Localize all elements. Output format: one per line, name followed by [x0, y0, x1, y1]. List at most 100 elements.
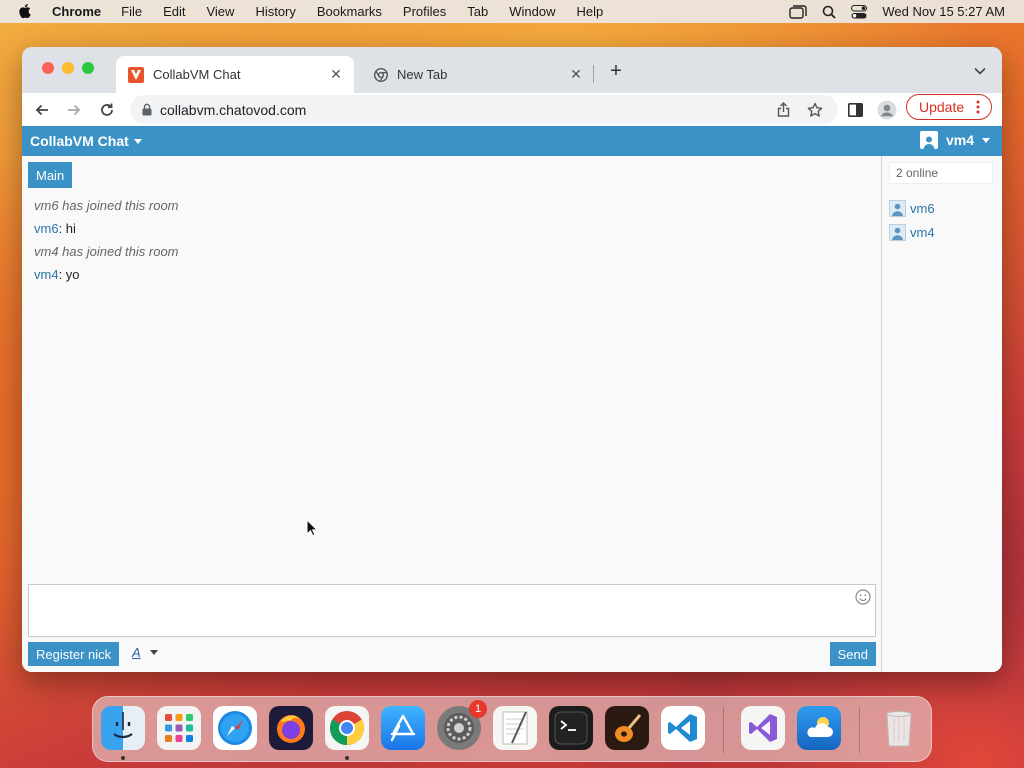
url-text[interactable]: collabvm.chatovod.com: [160, 102, 774, 118]
forward-arrow-icon: [68, 104, 81, 116]
current-user-name: vm4: [945, 132, 974, 148]
update-chrome-button[interactable]: Update: [906, 94, 992, 120]
user-icon: [889, 199, 906, 217]
menu-help[interactable]: Help: [577, 4, 604, 19]
weather-icon[interactable]: [797, 706, 841, 750]
system-settings-icon[interactable]: 1: [437, 700, 487, 750]
collabvm-favicon: [128, 66, 144, 83]
spotlight-search-icon[interactable]: [822, 5, 837, 19]
visual-studio-icon[interactable]: [741, 706, 785, 750]
lock-icon[interactable]: [142, 103, 152, 116]
forward-button[interactable]: [64, 100, 84, 120]
user-list-name: vm6: [910, 200, 935, 216]
emoji-smiley-icon[interactable]: [855, 589, 871, 608]
side-panel-icon[interactable]: [845, 100, 865, 120]
running-indicator: [121, 756, 125, 760]
apple-menu-icon[interactable]: [18, 3, 34, 20]
message-separator: :: [58, 267, 66, 282]
running-indicator: [345, 756, 349, 760]
browser-window: CollabVM Chat ✕ New Tab ✕ + collabvm.cha…: [22, 47, 1002, 672]
minimize-window-button[interactable]: [62, 62, 74, 74]
menu-edit[interactable]: Edit: [163, 4, 185, 19]
tab-title: New Tab: [397, 67, 448, 82]
message-nick[interactable]: vm6: [34, 221, 59, 236]
close-tab-icon[interactable]: ✕: [568, 66, 584, 83]
current-user-menu[interactable]: vm4: [919, 131, 990, 149]
online-user-list: 2 online vm6 vm4: [881, 156, 1002, 672]
chrome-icon[interactable]: [325, 706, 369, 750]
user-list-item[interactable]: vm4: [889, 223, 935, 241]
more-menu-icon[interactable]: [971, 100, 985, 114]
finder-icon[interactable]: [101, 706, 145, 750]
font-style-button[interactable]: A: [132, 645, 158, 660]
close-tab-icon[interactable]: ✕: [328, 66, 344, 83]
textedit-icon[interactable]: [493, 706, 537, 750]
tab-search-chevron-icon[interactable]: [972, 63, 988, 79]
control-center-icon[interactable]: [851, 4, 868, 19]
register-nick-button[interactable]: Register nick: [28, 642, 120, 666]
menu-view[interactable]: View: [206, 4, 234, 19]
menu-tab[interactable]: Tab: [467, 4, 488, 19]
trash-icon[interactable]: [877, 706, 921, 750]
message-input[interactable]: [28, 584, 876, 637]
user-icon: [919, 131, 938, 149]
reload-icon: [101, 103, 113, 116]
menu-bar: Chrome File Edit View History Bookmarks …: [0, 0, 1024, 23]
window-list-icon[interactable]: [789, 4, 808, 19]
user-list-item[interactable]: vm6: [889, 199, 935, 217]
send-button[interactable]: Send: [829, 642, 876, 666]
new-tab-button[interactable]: +: [606, 60, 626, 82]
dock-separator: [723, 707, 724, 753]
menu-app-name[interactable]: Chrome: [52, 4, 101, 19]
user-icon: [889, 223, 906, 241]
tab-strip: CollabVM Chat ✕ New Tab ✕ +: [22, 47, 1002, 93]
dock: 1: [92, 696, 932, 762]
user-list-name: vm4: [910, 224, 935, 240]
chrome-favicon: [374, 67, 388, 82]
address-bar[interactable]: collabvm.chatovod.com: [130, 95, 838, 124]
firefox-icon[interactable]: [269, 706, 313, 750]
online-count: 2 online: [889, 162, 993, 184]
zoom-window-button[interactable]: [82, 62, 94, 74]
message-nick[interactable]: vm4: [34, 267, 59, 282]
dock-separator: [859, 707, 860, 753]
vscode-icon[interactable]: [661, 706, 705, 750]
safari-icon[interactable]: [213, 706, 257, 750]
message-list: vm6 has joined this room vm6: hi vm4 has…: [34, 198, 179, 290]
menu-file[interactable]: File: [121, 4, 142, 19]
traffic-lights: [42, 62, 94, 74]
system-message: vm4 has joined this room: [34, 244, 179, 259]
page-content: CollabVM Chat vm4 Main vm6 has joined th…: [22, 126, 1002, 672]
menu-window[interactable]: Window: [509, 4, 555, 19]
browser-toolbar: collabvm.chatovod.com Update: [22, 93, 1002, 126]
app-store-icon[interactable]: [381, 706, 425, 750]
reload-button[interactable]: [97, 100, 117, 120]
profile-avatar-icon[interactable]: [877, 100, 897, 120]
menu-profiles[interactable]: Profiles: [403, 4, 446, 19]
chevron-down-icon: [133, 138, 142, 144]
update-label: Update: [919, 99, 965, 115]
chat-main-area: Main vm6 has joined this room vm6: hi vm…: [22, 156, 881, 672]
share-icon[interactable]: [774, 101, 792, 119]
close-window-button[interactable]: [42, 62, 54, 74]
bookmark-star-icon[interactable]: [806, 101, 824, 119]
menu-datetime[interactable]: Wed Nov 15 5:27 AM: [882, 4, 1005, 19]
chat-message: vm4: yo: [34, 267, 179, 290]
message-separator: :: [58, 221, 66, 236]
chevron-down-icon: [982, 137, 990, 143]
tab-collabvm-chat[interactable]: CollabVM Chat ✕: [116, 56, 354, 93]
garageband-icon[interactable]: [605, 706, 649, 750]
chat-brand-menu[interactable]: CollabVM Chat: [30, 133, 142, 149]
tab-new-tab[interactable]: New Tab ✕: [362, 56, 594, 93]
chat-bottom-bar: Register nick A Send: [28, 642, 876, 666]
room-tab-main[interactable]: Main: [28, 162, 73, 188]
launchpad-icon[interactable]: [157, 706, 201, 750]
menu-bookmarks[interactable]: Bookmarks: [317, 4, 382, 19]
system-message: vm6 has joined this room: [34, 198, 179, 213]
terminal-icon[interactable]: [549, 706, 593, 750]
chat-message: vm6: hi: [34, 221, 179, 244]
back-button[interactable]: [32, 100, 52, 120]
menu-history[interactable]: History: [255, 4, 295, 19]
tab-title: CollabVM Chat: [153, 67, 241, 82]
tab-separator: [593, 65, 594, 83]
